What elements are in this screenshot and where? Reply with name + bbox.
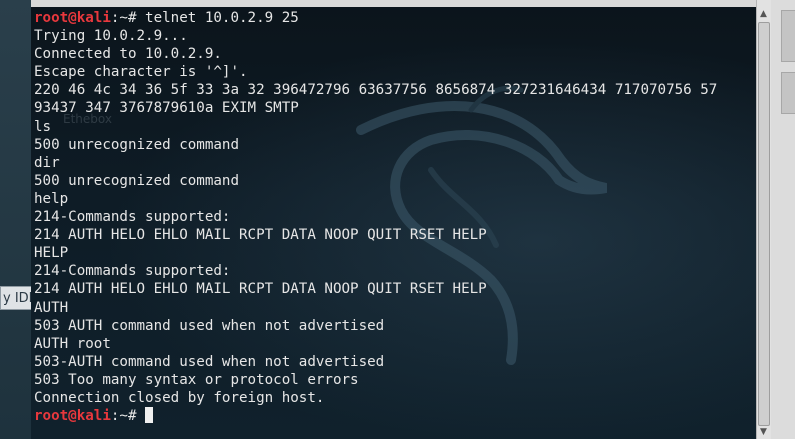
terminal-line: Connection closed by foreign host. [34, 389, 325, 406]
text-cursor [145, 407, 154, 424]
prompt-path: :~# [110, 408, 146, 425]
terminal-window[interactable]: Ethebox root@kali:~# telnet 10.0.2.9 25 … [31, 0, 756, 439]
terminal-line: help [34, 190, 69, 207]
terminal-line: AUTH root [34, 335, 111, 352]
ide-launcher-label[interactable]: y IDE [0, 286, 34, 310]
prompt-path: :~# [110, 10, 146, 26]
prompt-user: root@kali [34, 408, 111, 425]
terminal-line: 500 unrecognized command [34, 136, 239, 153]
terminal-line: 220 46 4c 34 36 5f 33 3a 32 396472796 63… [34, 82, 718, 99]
output-lines: Trying 10.0.2.9... Connected to 10.0.2.9… [34, 28, 717, 406]
terminal-line: 214 AUTH HELO EHLO MAIL RCPT DATA NOOP Q… [34, 227, 487, 244]
terminal-line: Connected to 10.0.2.9. [34, 46, 222, 63]
terminal-output[interactable]: root@kali:~# telnet 10.0.2.9 25 Trying 1… [34, 9, 717, 425]
panel-segment [781, 72, 795, 114]
terminal-line: 500 unrecognized command [34, 172, 239, 189]
terminal-line: AUTH [34, 299, 69, 316]
panel-segment [781, 10, 795, 62]
prompt-user: root@kali [34, 10, 111, 26]
terminal-line: dir [34, 154, 60, 171]
command-text: telnet 10.0.2.9 25 [145, 10, 299, 26]
terminal-line: 93437 347 3767879610a EXIM SMTP [34, 100, 299, 117]
desktop-left-strip [0, 0, 31, 439]
prompt-line: root@kali:~# telnet 10.0.2.9 25 [34, 10, 299, 26]
terminal-line: Trying 10.0.2.9... [34, 28, 188, 45]
prompt-line-current: root@kali:~# [34, 407, 154, 425]
terminal-top-edge [31, 0, 756, 7]
terminal-scrollbar[interactable]: ▲ ▼ [756, 0, 771, 439]
terminal-line: Escape character is '^]'. [34, 64, 248, 81]
terminal-line: 503 AUTH command used when not advertise… [34, 317, 385, 334]
terminal-line: 214 AUTH HELO EHLO MAIL RCPT DATA NOOP Q… [34, 281, 487, 298]
terminal-line: HELP [34, 245, 69, 262]
scroll-down-icon[interactable]: ▼ [757, 426, 770, 438]
terminal-line: ls [34, 118, 52, 135]
scrollbar-thumb[interactable] [758, 22, 770, 426]
scroll-up-icon[interactable]: ▲ [757, 8, 770, 20]
right-side-panel [770, 0, 795, 439]
terminal-line: 503-AUTH command used when not advertise… [34, 353, 385, 370]
terminal-line: 503 Too many syntax or protocol errors [34, 371, 359, 388]
terminal-line: 214-Commands supported: [34, 263, 231, 280]
terminal-line: 214-Commands supported: [34, 209, 231, 226]
